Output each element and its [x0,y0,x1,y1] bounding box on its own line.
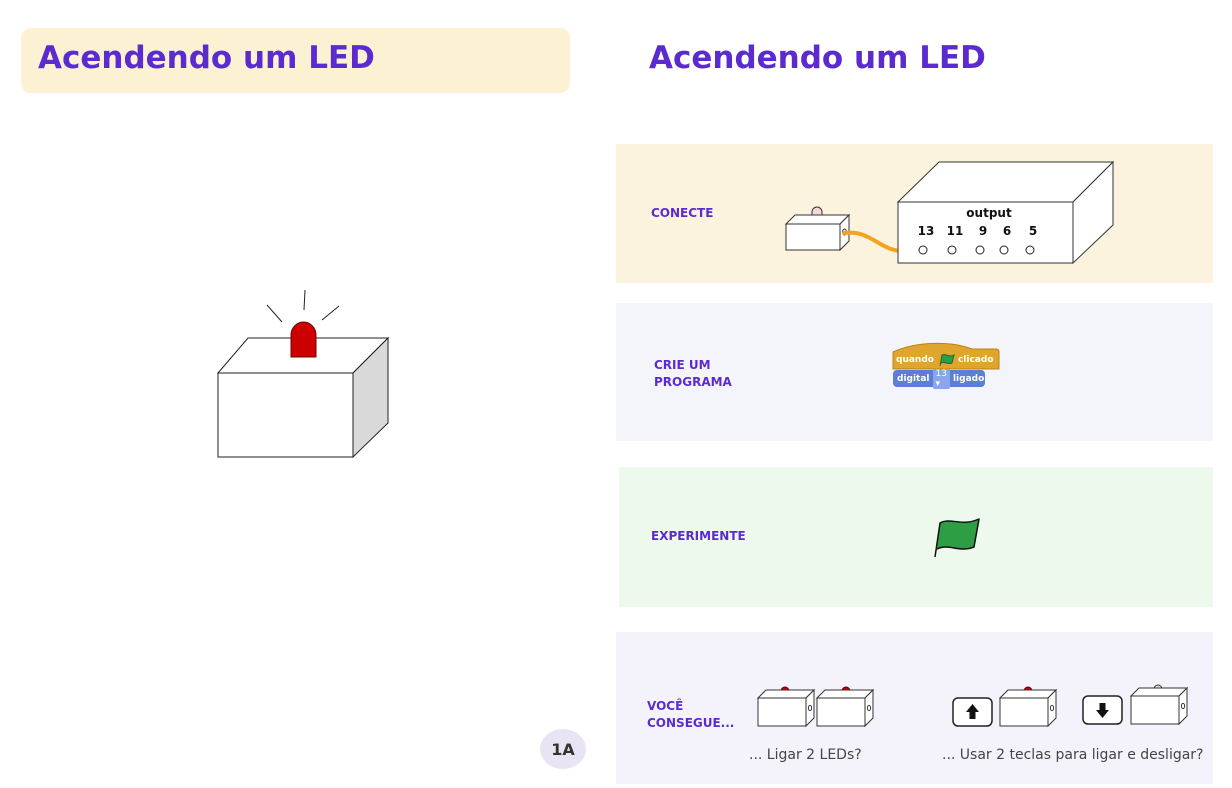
led-box-off [1129,684,1189,726]
green-flag-icon [939,353,955,366]
right-page-title: Acendendo um LED [649,40,986,76]
page-badge: 1A [540,729,586,769]
led-box-illustration [216,289,390,459]
box-front [217,372,354,458]
panel-conecte: CONECTE output 13 11 9 6 5 [616,144,1213,283]
led-icon [290,321,317,358]
step-label-voce-consegue: VOCÊ CONSEGUE... [647,699,735,730]
pin-label-13: 13 [918,224,935,238]
pin-socket-6[interactable] [999,245,1009,255]
command-block-suffix: ligado [952,373,985,384]
light-ray [266,304,283,323]
pin-label-11: 11 [947,224,964,238]
pin-socket-5[interactable] [1025,245,1035,255]
panel-programa: CRIE UM PROGRAMA quando clicado digital … [616,303,1213,441]
hat-block-prefix: quando [896,354,934,365]
led-box-on-3 [998,686,1058,728]
step-label-programa: CRIE UM PROGRAMA [654,358,732,389]
hat-block[interactable]: quando clicado [896,351,994,368]
hat-block-suffix: clicado [957,354,994,365]
up-arrow-key [952,697,993,727]
led-box-on-1 [756,686,816,728]
pin-socket-9[interactable] [975,245,985,255]
challenge-caption-2: ... Usar 2 teclas para ligar e desligar? [942,747,1204,763]
step-label-conecte: CONECTE [651,206,714,220]
pin-dropdown[interactable]: 13 ▾ [932,368,950,389]
pin-label-9: 9 [979,224,987,238]
output-box: output 13 11 9 6 5 [896,160,1115,265]
light-ray [303,289,306,311]
step-label-experimente: EXPERIMENTE [651,529,746,543]
left-page-title: Acendendo um LED [38,40,375,76]
pin-socket-11[interactable] [947,245,957,255]
green-flag-icon[interactable] [931,515,983,559]
challenge-caption-1: ... Ligar 2 LEDs? [749,747,862,763]
pin-label-6: 6 [1003,224,1011,238]
command-block[interactable]: digital 13 ▾ ligado [893,368,985,389]
led-box-on-2 [815,686,875,728]
light-ray [321,305,340,321]
left-title-box: Acendendo um LED [21,28,570,93]
down-arrow-key [1082,695,1123,725]
dropdown-arrow-icon: ▾ [935,378,941,389]
pin-socket-13[interactable] [918,245,928,255]
panel-voce-consegue: VOCÊ CONSEGUE... ... Ligar 2 LEDs? ... U… [616,632,1213,784]
command-block-prefix: digital [897,373,930,384]
output-label: output [966,206,1012,220]
panel-experimente: EXPERIMENTE [619,467,1213,607]
pin-label-5: 5 [1029,224,1037,238]
